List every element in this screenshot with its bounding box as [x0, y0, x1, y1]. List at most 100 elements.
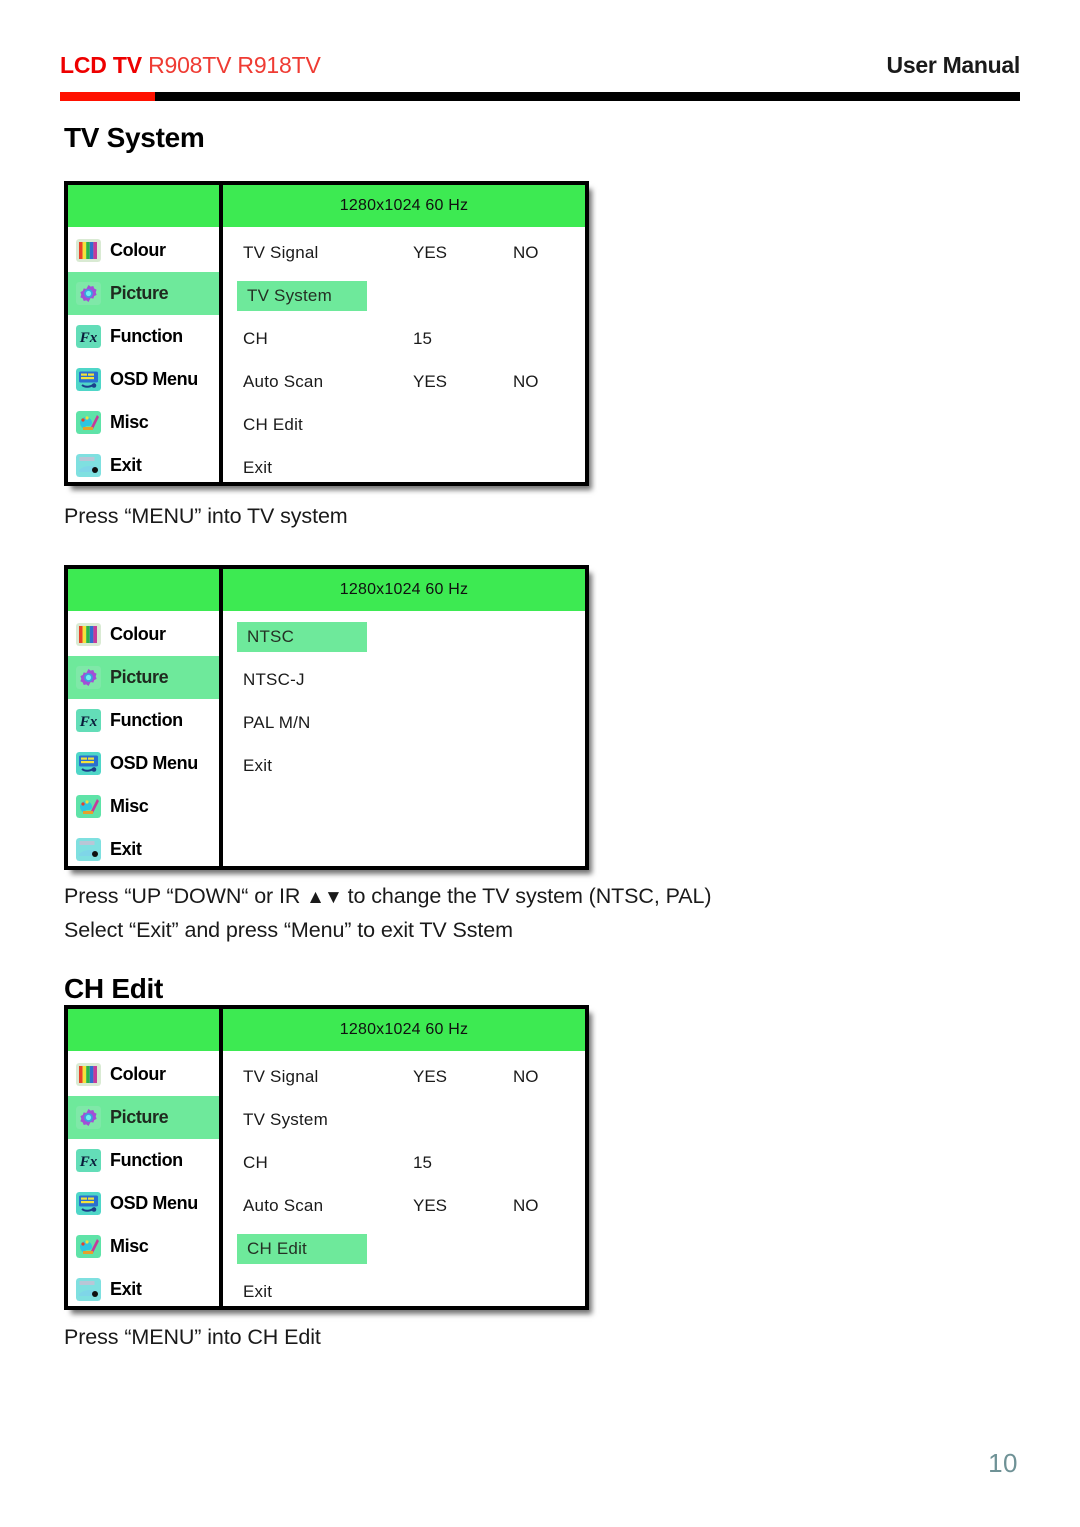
osd-row[interactable]: Exit — [223, 744, 585, 787]
osd-row[interactable]: NTSC-J — [223, 658, 585, 701]
sidebar-item-label: Exit — [110, 1279, 142, 1299]
osd-row[interactable]: CH 15 — [223, 317, 585, 360]
osd-row[interactable]: CH Edit — [223, 1227, 585, 1270]
instruction-menu-into-tv-system: Press “MENU” into TV system — [64, 504, 348, 528]
osd-row[interactable]: Exit — [223, 446, 585, 489]
osd-panel-tv-system-standards: Colour Picture Fx Function OSD Menu Misc… — [64, 565, 589, 870]
osd-row[interactable]: TV Signal YES NO — [223, 1055, 585, 1098]
osd-resolution-header: 1280x1024 60 Hz — [223, 185, 585, 227]
osd-row-label: CH — [243, 1152, 268, 1172]
sidebar-item-colour[interactable]: Colour — [68, 613, 219, 656]
osd-row-label: CH — [243, 328, 268, 348]
osd-sidebar: Colour Picture Fx Function OSD Menu Misc… — [68, 185, 223, 482]
osd-sidebar-menu-list: Colour Picture Fx Function OSD Menu Misc… — [68, 1051, 219, 1311]
osd-row[interactable]: CH 15 — [223, 1141, 585, 1184]
osd-row-value-no[interactable]: NO — [513, 372, 539, 392]
osd-row[interactable]: TV System — [223, 1098, 585, 1141]
colour-bars-icon — [76, 623, 101, 646]
osd-row-value-no[interactable]: NO — [513, 1067, 539, 1087]
header-rule-red-segment — [60, 92, 155, 101]
osd-row-value-yes[interactable]: YES — [413, 372, 447, 392]
osd-row-label: TV System — [243, 1109, 328, 1129]
instruction-menu-into-ch-edit: Press “MENU” into CH Edit — [64, 1325, 321, 1349]
sidebar-item-label: OSD Menu — [110, 369, 198, 389]
osd-row-value-channel[interactable]: 15 — [413, 1153, 432, 1173]
osd-row-value-no[interactable]: NO — [513, 1196, 539, 1216]
osd-row-value-yes[interactable]: YES — [413, 1067, 447, 1087]
sidebar-item-colour[interactable]: Colour — [68, 229, 219, 272]
osd-row[interactable]: CH Edit — [223, 403, 585, 446]
header-rule — [60, 92, 1020, 101]
sidebar-item-misc[interactable]: Misc — [68, 785, 219, 828]
sidebar-item-exit[interactable]: Exit — [68, 1268, 219, 1311]
osd-row[interactable]: Auto Scan YES NO — [223, 360, 585, 403]
misc-palette-icon — [76, 795, 101, 818]
osd-row-label: CH Edit — [237, 1233, 367, 1264]
sidebar-item-label: Exit — [110, 839, 142, 859]
function-fx-icon: Fx — [76, 709, 101, 732]
osd-row-value-no[interactable]: NO — [513, 243, 539, 263]
instruction-select-exit: Select “Exit” and press “Menu” to exit T… — [64, 918, 513, 942]
sidebar-item-exit[interactable]: Exit — [68, 444, 219, 487]
osd-row[interactable]: Exit — [223, 1270, 585, 1313]
sidebar-item-label: Picture — [110, 667, 169, 687]
osd-sidebar-header — [68, 569, 219, 611]
osd-panel-ch-edit-menu: Colour Picture Fx Function OSD Menu Misc… — [64, 1005, 589, 1310]
function-fx-icon: Fx — [76, 325, 101, 348]
osd-content: 1280x1024 60 Hz TV Signal YES NO TV Syst… — [223, 185, 585, 482]
section-title-ch-edit: CH Edit — [64, 973, 164, 1004]
osd-sidebar: Colour Picture Fx Function OSD Menu Misc… — [68, 569, 223, 866]
sidebar-item-osd-menu[interactable]: OSD Menu — [68, 358, 219, 401]
osd-row-label: CH Edit — [243, 414, 303, 434]
osd-row-value-yes[interactable]: YES — [413, 1196, 447, 1216]
osd-screen-icon — [76, 752, 101, 775]
exit-door-icon — [76, 838, 101, 861]
instruction-suffix: to change the TV system (NTSC, PAL) — [341, 884, 712, 908]
osd-sidebar-header — [68, 185, 219, 227]
osd-row-list: NTSC NTSC-J PAL M/N Exit — [223, 611, 585, 866]
sidebar-item-picture[interactable]: Picture — [68, 272, 219, 315]
svg-text:Fx: Fx — [79, 714, 98, 730]
osd-row-value-yes[interactable]: YES — [413, 243, 447, 263]
svg-text:Fx: Fx — [79, 330, 98, 346]
osd-row-label: TV Signal — [243, 1066, 319, 1086]
sidebar-item-misc[interactable]: Misc — [68, 401, 219, 444]
osd-row-list: TV Signal YES NO TV System CH 15 Auto Sc… — [223, 227, 585, 489]
osd-row[interactable]: NTSC — [223, 615, 585, 658]
misc-palette-icon — [76, 1235, 101, 1258]
osd-row-label: NTSC-J — [243, 669, 305, 689]
instruction-change-tv-system: Press “UP “DOWN“ or IR ▲▼ to change the … — [64, 884, 712, 909]
sidebar-item-label: Misc — [110, 1236, 149, 1256]
sidebar-item-colour[interactable]: Colour — [68, 1053, 219, 1096]
lcd-tv-label: LCD TV — [60, 52, 142, 78]
colour-bars-icon — [76, 239, 101, 262]
page-number: 10 — [988, 1448, 1018, 1478]
sidebar-item-label: Function — [110, 1150, 183, 1170]
sidebar-item-picture[interactable]: Picture — [68, 656, 219, 699]
sidebar-item-function[interactable]: Fx Function — [68, 1139, 219, 1182]
sidebar-item-osd-menu[interactable]: OSD Menu — [68, 742, 219, 785]
sidebar-item-exit[interactable]: Exit — [68, 828, 219, 871]
osd-sidebar-header — [68, 1009, 219, 1051]
sidebar-item-label: Function — [110, 326, 183, 346]
function-fx-icon: Fx — [76, 1149, 101, 1172]
sidebar-item-function[interactable]: Fx Function — [68, 315, 219, 358]
sidebar-item-label: Misc — [110, 796, 149, 816]
osd-sidebar: Colour Picture Fx Function OSD Menu Misc… — [68, 1009, 223, 1306]
osd-resolution-label: 1280x1024 60 Hz — [339, 197, 469, 214]
sidebar-item-misc[interactable]: Misc — [68, 1225, 219, 1268]
osd-row[interactable]: TV System — [223, 274, 585, 317]
sidebar-item-label: Misc — [110, 412, 149, 432]
osd-row-label: Exit — [243, 457, 273, 477]
osd-row-label: PAL M/N — [243, 712, 311, 732]
osd-row-list: TV Signal YES NO TV System CH 15 Auto Sc… — [223, 1051, 585, 1313]
osd-row-label: Auto Scan — [243, 1195, 324, 1215]
sidebar-item-function[interactable]: Fx Function — [68, 699, 219, 742]
osd-row-value-channel[interactable]: 15 — [413, 329, 432, 349]
osd-row[interactable]: PAL M/N — [223, 701, 585, 744]
sidebar-item-picture[interactable]: Picture — [68, 1096, 219, 1139]
sidebar-item-label: Colour — [110, 240, 166, 260]
osd-row[interactable]: TV Signal YES NO — [223, 231, 585, 274]
osd-row[interactable]: Auto Scan YES NO — [223, 1184, 585, 1227]
sidebar-item-osd-menu[interactable]: OSD Menu — [68, 1182, 219, 1225]
